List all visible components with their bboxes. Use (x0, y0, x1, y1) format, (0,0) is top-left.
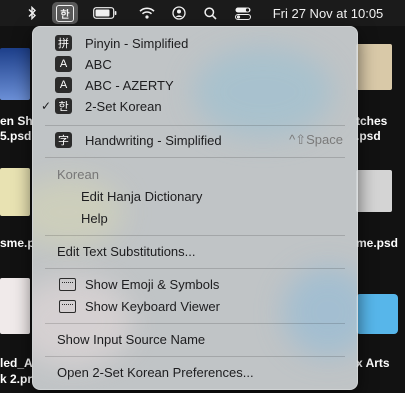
wifi-icon[interactable] (137, 0, 157, 26)
menu-item-label: ABC - AZERTY (85, 77, 174, 93)
user-account-icon[interactable] (170, 0, 188, 26)
menu-separator (45, 157, 345, 158)
clock-datetime[interactable]: Fri 27 Nov at 10:05 (266, 0, 390, 26)
menu-item-abc-azerty[interactable]: A ABC - AZERTY (33, 75, 357, 95)
input-source-menu-button[interactable]: 한 (52, 2, 78, 24)
menu-item-label: 2-Set Korean (85, 98, 162, 114)
menu-item-label: Open 2-Set Korean Preferences... (57, 364, 254, 380)
menu-item-label: Handwriting - Simplified (85, 132, 222, 148)
menu-item-label: Edit Text Substitutions... (57, 243, 196, 259)
desktop-file-thumbnail[interactable] (356, 170, 392, 212)
menu-item-show-emoji-symbols[interactable]: Show Emoji & Symbols (33, 274, 357, 294)
abc-icon: A (55, 56, 72, 72)
desktop-file-label: k 2.pr (0, 372, 32, 386)
desktop-file-label: led_A (0, 356, 32, 370)
control-center-icon[interactable] (232, 0, 254, 26)
keyboard-shortcut: ^⇧Space (289, 132, 343, 147)
desktop-file-label: 5.psd (0, 129, 32, 143)
battery-icon[interactable] (90, 0, 120, 26)
menu-item-abc[interactable]: A ABC (33, 54, 357, 74)
hangul-icon: 한 (55, 98, 72, 114)
desktop-file-thumbnail[interactable] (0, 168, 30, 216)
menu-item-show-input-source-name[interactable]: Show Input Source Name (33, 329, 357, 349)
emoji-viewer-icon (59, 278, 76, 291)
section-header-korean: Korean (33, 164, 357, 184)
desktop-file-thumbnail[interactable] (0, 278, 30, 334)
abc-azerty-icon: A (55, 77, 72, 93)
menu-bar: 한 Fri 27 Nov at 10:05 (0, 0, 405, 26)
menu-item-label: Pinyin - Simplified (85, 35, 189, 51)
menu-separator (45, 356, 345, 357)
desktop-file-thumbnail[interactable] (356, 44, 392, 90)
desktop-file-label: x Arts (356, 356, 390, 370)
menu-separator (45, 125, 345, 126)
menu-item-pinyin-simplified[interactable]: 拼 Pinyin - Simplified (33, 33, 357, 53)
menu-separator (45, 235, 345, 236)
menu-separator (45, 323, 345, 324)
menu-item-label: ABC (85, 56, 112, 72)
menu-item-label: Show Input Source Name (57, 331, 206, 347)
menu-item-edit-text-substitutions[interactable]: Edit Text Substitutions... (33, 241, 357, 261)
menu-item-label: Help (81, 210, 108, 226)
input-source-icon: 한 (56, 4, 74, 22)
checkmark-icon: ✓ (41, 99, 52, 113)
menu-item-label: Show Keyboard Viewer (85, 298, 220, 314)
desktop-file-label: en Sh (0, 114, 32, 128)
handwriting-icon: 字 (55, 132, 72, 148)
desktop-file-label: .psd (356, 129, 381, 143)
menu-separator (45, 268, 345, 269)
keyboard-viewer-icon (59, 300, 76, 313)
pinyin-icon: 拼 (55, 35, 72, 51)
menu-item-help[interactable]: Help (33, 208, 357, 228)
menu-item-open-korean-preferences[interactable]: Open 2-Set Korean Preferences... (33, 362, 357, 382)
menu-item-label: Edit Hanja Dictionary (81, 188, 203, 204)
menu-item-handwriting-simplified[interactable]: 字 Handwriting - Simplified ^⇧Space (33, 130, 357, 150)
desktop-file-label: sme.psd (0, 236, 32, 250)
desktop-file-label: me.psd (356, 236, 399, 250)
menu-item-show-keyboard-viewer[interactable]: Show Keyboard Viewer (33, 296, 357, 316)
desktop-file-thumbnail[interactable] (0, 48, 30, 100)
section-header-label: Korean (57, 166, 99, 182)
folder-icon[interactable] (356, 294, 398, 334)
input-source-dropdown-menu: 拼 Pinyin - Simplified A ABC A ABC - AZER… (32, 26, 358, 390)
spotlight-search-icon[interactable] (201, 0, 219, 26)
desktop-file-label: tches (356, 114, 388, 128)
menu-item-edit-hanja-dictionary[interactable]: Edit Hanja Dictionary (33, 186, 357, 206)
menu-item-2-set-korean[interactable]: ✓ 한 2-Set Korean (33, 96, 357, 116)
bluetooth-icon[interactable] (24, 0, 40, 26)
menu-item-label: Show Emoji & Symbols (85, 276, 220, 292)
